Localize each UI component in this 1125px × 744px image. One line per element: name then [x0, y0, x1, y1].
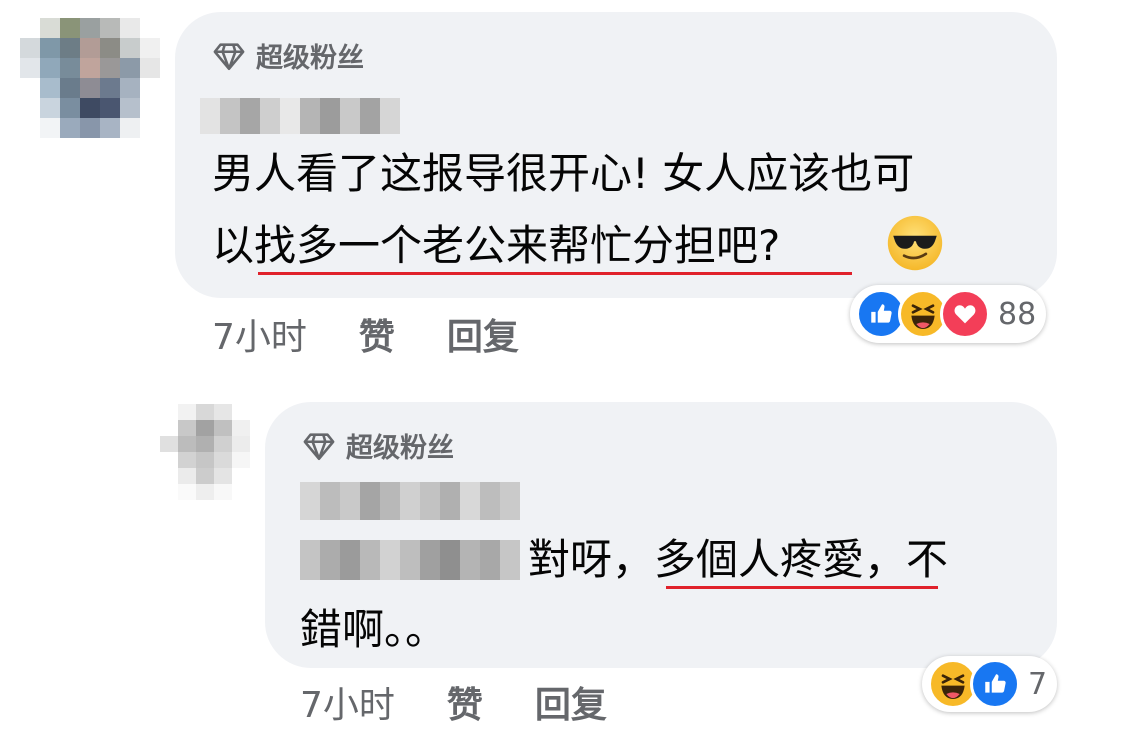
text-prefix: 以 — [212, 221, 255, 270]
reaction-summary[interactable]: 7 — [922, 656, 1058, 712]
like-reaction-icon — [970, 659, 1020, 709]
diamond-icon — [213, 42, 245, 70]
like-action[interactable]: 赞 — [359, 308, 395, 360]
red-underline — [258, 272, 852, 275]
comment-text-line-2: 錯啊。。 — [300, 605, 448, 654]
text-prefix: 對呀， — [528, 535, 655, 584]
avatar[interactable] — [160, 404, 250, 500]
reply-action[interactable]: 回复 — [447, 308, 519, 360]
tagged-name-redacted[interactable] — [300, 540, 520, 580]
like-action[interactable]: 赞 — [447, 676, 483, 728]
underlined-text: 找多一个老公来帮忙分担吧 — [254, 221, 759, 270]
top-fan-badge[interactable]: 超级粉丝 — [302, 426, 454, 465]
badge-label: 超级粉丝 — [256, 43, 364, 74]
sunglasses-emoji-icon — [887, 215, 943, 271]
timestamp[interactable]: 7小时 — [212, 308, 307, 360]
badge-label: 超级粉丝 — [346, 433, 454, 464]
comment-actions: 7小时 赞 回复 — [300, 676, 607, 728]
comment-actions: 7小时 赞 回复 — [212, 308, 519, 360]
love-reaction-icon — [940, 289, 990, 339]
reaction-summary[interactable]: 88 — [850, 285, 1047, 343]
diamond-icon — [303, 432, 335, 460]
reaction-count: 88 — [998, 296, 1037, 332]
username-redacted[interactable] — [300, 482, 520, 520]
top-fan-badge[interactable]: 超级粉丝 — [212, 36, 364, 75]
text-suffix: 不 — [906, 535, 949, 584]
red-underline — [666, 586, 938, 589]
comment-text-line-1: 男人看了这报导很开心! 女人应该也可 — [212, 149, 915, 198]
text-suffix: ? — [758, 221, 781, 270]
reaction-count: 7 — [1028, 666, 1048, 702]
underlined-text: 多個人疼愛， — [654, 535, 907, 584]
timestamp[interactable]: 7小时 — [300, 676, 395, 728]
avatar[interactable] — [20, 18, 160, 138]
username-redacted[interactable] — [200, 98, 400, 134]
reply-action[interactable]: 回复 — [535, 676, 607, 728]
